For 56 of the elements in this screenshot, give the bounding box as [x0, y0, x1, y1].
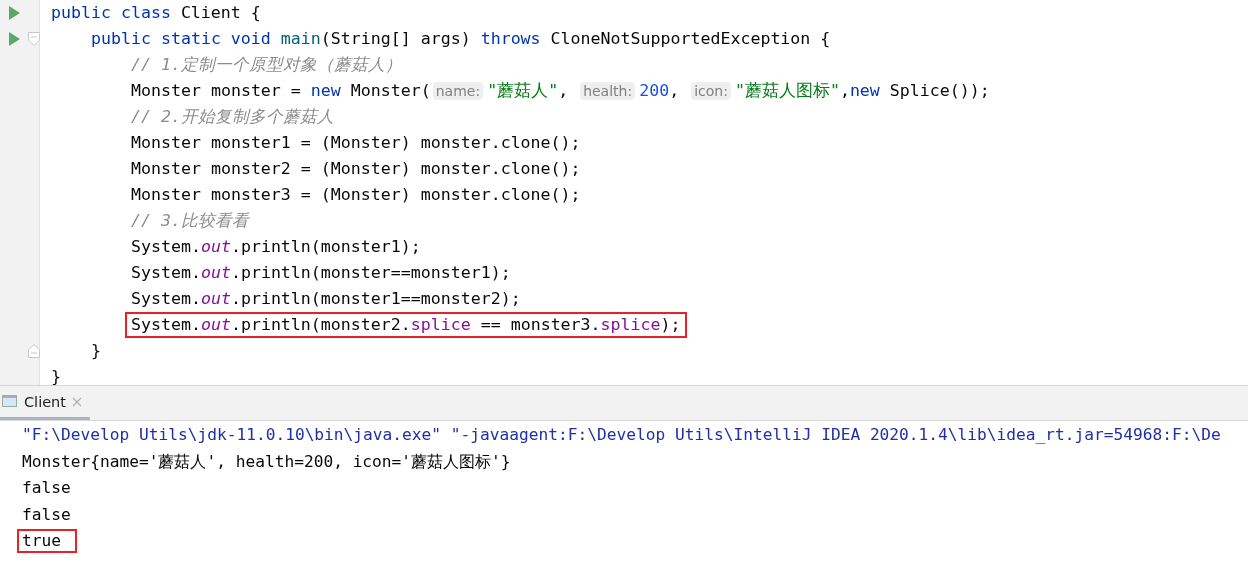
- code-text: ,: [839, 81, 850, 100]
- code-text: Monster monster2 = (Monster) monster.clone();: [131, 159, 581, 178]
- parameter-hint: name:: [432, 82, 484, 100]
- code-text: "蘑菇人": [487, 81, 559, 100]
- code-text: out: [200, 289, 231, 308]
- code-text: 200: [639, 81, 670, 100]
- code-text: "蘑菇人图标": [734, 81, 840, 100]
- console-tab[interactable]: Client: [0, 386, 90, 420]
- code-text: splice: [600, 315, 661, 334]
- code-text: out: [200, 237, 231, 256]
- code-text: Monster(: [350, 81, 431, 100]
- code-text: splice: [410, 315, 471, 334]
- code-text: Monster monster =: [131, 81, 302, 100]
- parameter-hint: health:: [580, 82, 636, 100]
- code-text: Client {: [180, 3, 261, 22]
- code-text: // 2.开始复制多个蘑菇人: [131, 107, 334, 126]
- code-text: == monster3.: [479, 315, 601, 334]
- code-text: Monster monster1 = (Monster) monster.clone();: [131, 133, 581, 152]
- console-output-line: Monster{name='蘑菇人', health=200, icon='蘑菇人图标'}: [21, 450, 512, 473]
- code-text: public class: [51, 3, 172, 22]
- code-text: System.: [131, 289, 201, 308]
- run-icon[interactable]: [8, 6, 20, 20]
- code-text: .println(monster1);: [230, 237, 421, 256]
- console-output-line: false: [21, 503, 72, 526]
- parameter-hint: icon:: [691, 82, 731, 100]
- code-text: .println(monster==monster1);: [230, 263, 511, 282]
- code-text: public static void: [91, 29, 272, 48]
- code-text: }: [91, 341, 101, 360]
- code-text: // 1.定制一个原型对象（蘑菇人）: [131, 55, 402, 74]
- code-text: );: [660, 315, 681, 334]
- code-text: // 3.比较看看: [131, 211, 249, 230]
- code-text: }: [51, 367, 61, 385]
- run-icon[interactable]: [8, 32, 20, 46]
- fold-icon[interactable]: [28, 32, 40, 46]
- code-text: CloneNotSupportedException {: [550, 29, 831, 48]
- code-text: (String[] args): [320, 29, 472, 48]
- console-icon: [2, 395, 18, 408]
- code-text: ,: [558, 81, 570, 100]
- code-text: new: [310, 81, 342, 100]
- code-text: .println(monster1==monster2);: [230, 289, 521, 308]
- code-text: System.: [131, 263, 201, 282]
- fold-icon[interactable]: [28, 344, 40, 358]
- code-text: .println(monster2.: [230, 315, 411, 334]
- code-text: out: [200, 263, 231, 282]
- code-text: System.: [131, 237, 201, 256]
- code-text: ,: [669, 81, 681, 100]
- code-text: out: [200, 315, 231, 334]
- console-output-line: "F:\Develop Utils\jdk-11.0.10\bin\java.exe" "-javaagent:F:\Develop Utils\IntelliJ IDEA 2020.1.4\lib\idea_rt.jar=54968:F:\De: [21, 424, 1222, 447]
- code-text: new: [849, 81, 881, 100]
- console-output-line: false: [21, 477, 72, 500]
- code-text: System.: [131, 315, 201, 334]
- code-text: throws: [480, 29, 542, 48]
- code-text: Splice());: [889, 81, 990, 100]
- code-text: Monster monster3 = (Monster) monster.clone();: [131, 185, 581, 204]
- close-icon[interactable]: [72, 396, 82, 407]
- code-text: main: [280, 29, 321, 48]
